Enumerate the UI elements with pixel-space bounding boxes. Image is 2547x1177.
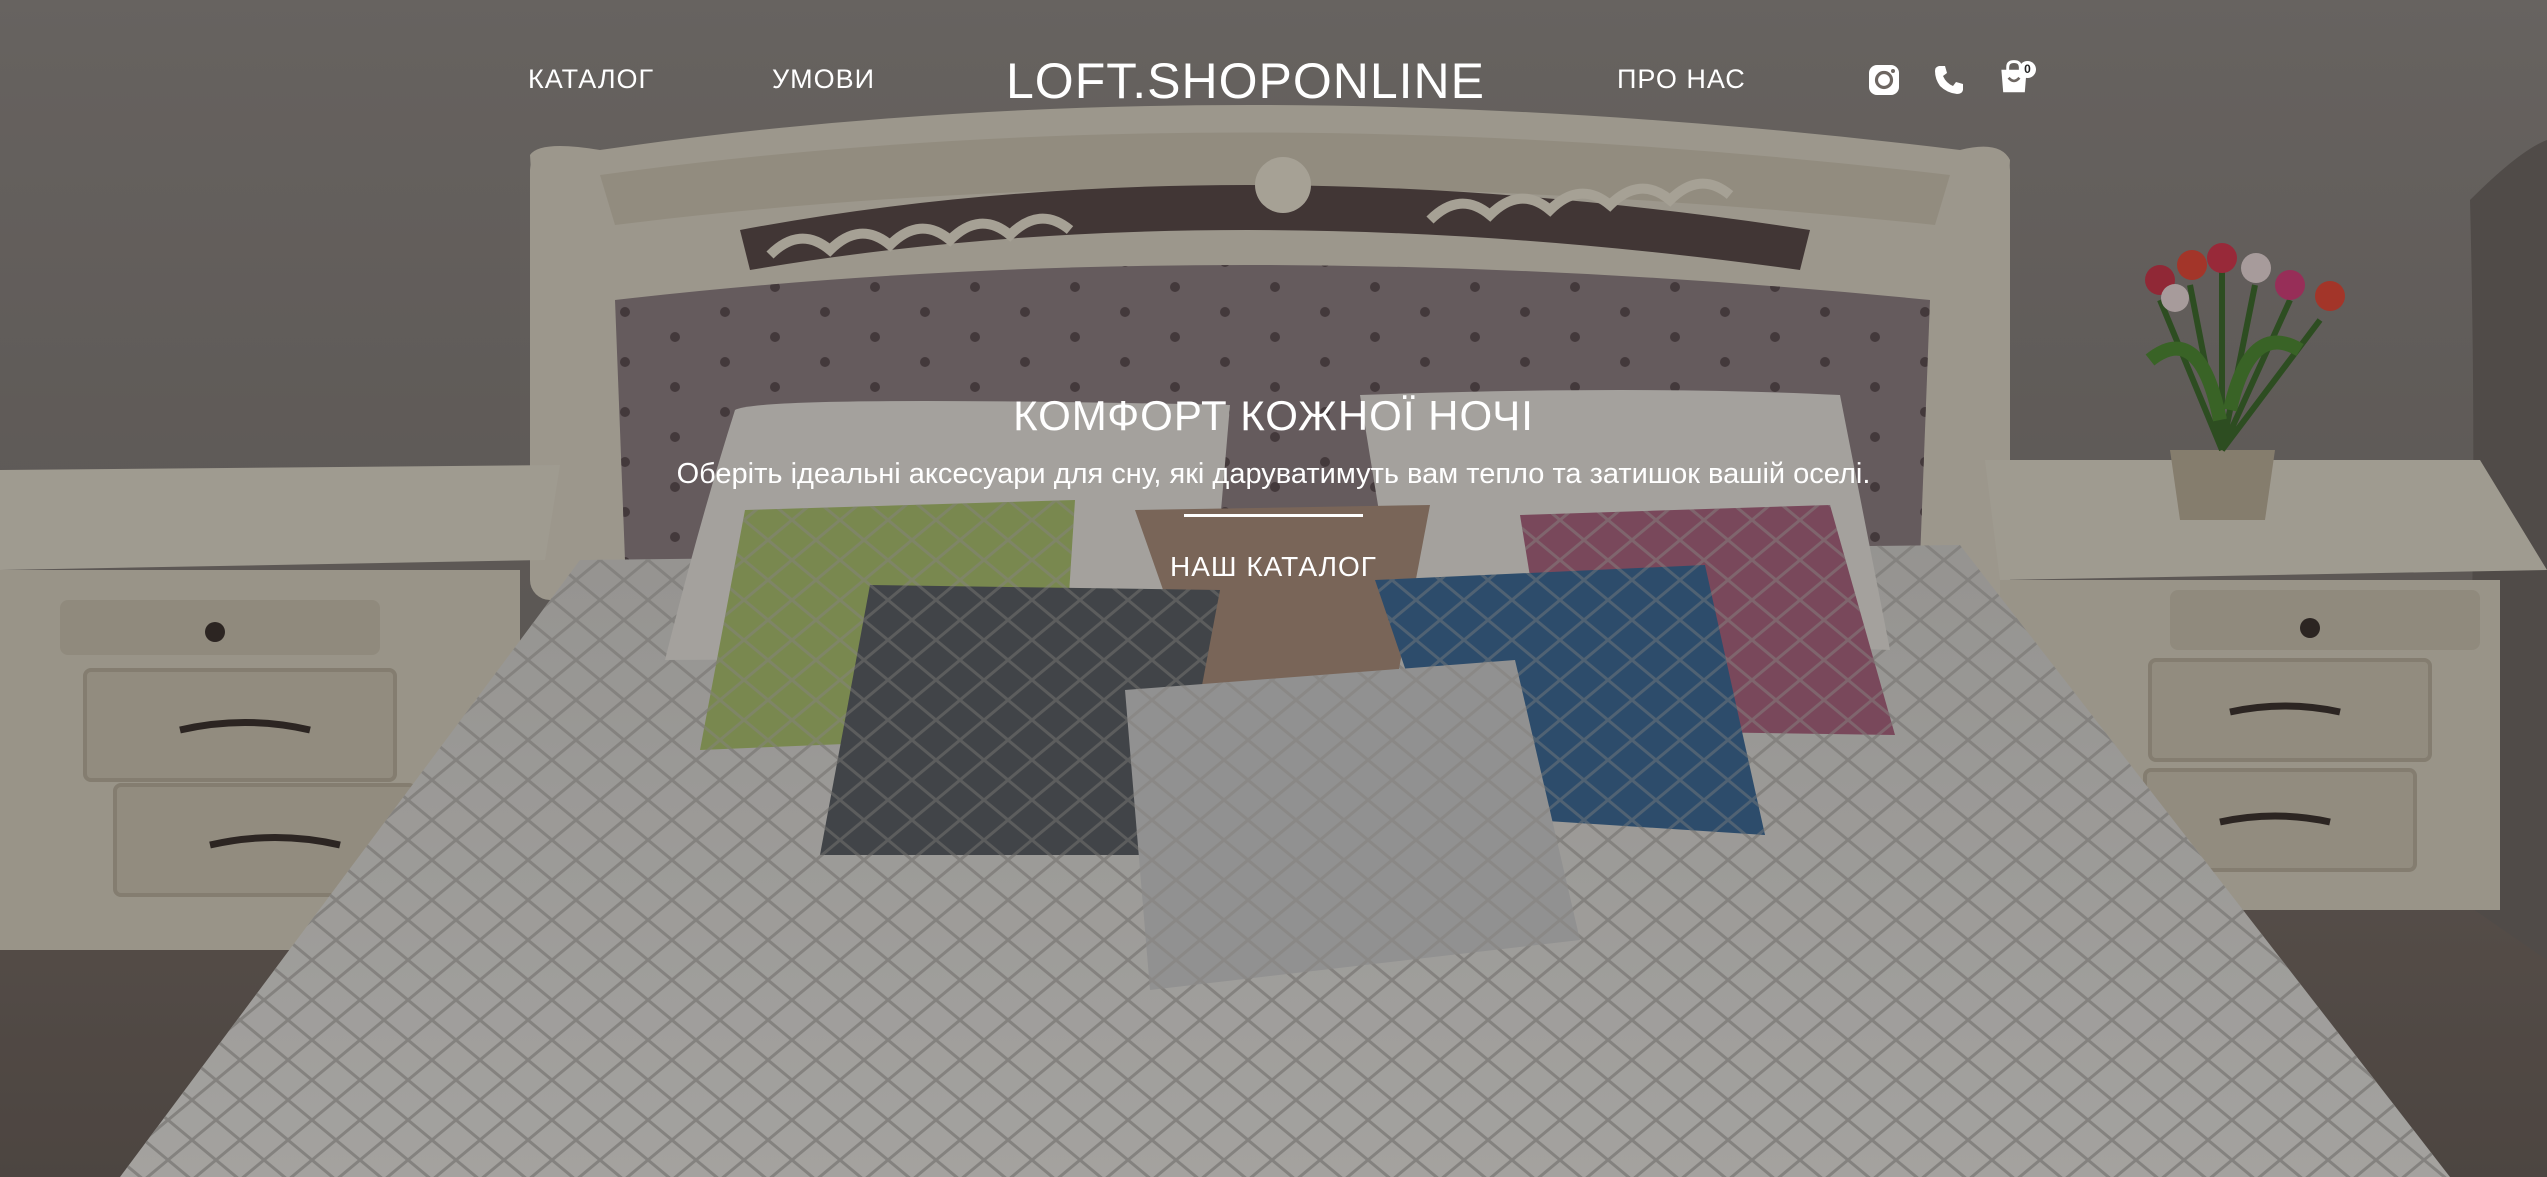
phone-icon[interactable]	[1931, 62, 1967, 98]
cart-count-badge: 0	[2019, 61, 2036, 78]
hero-title: КОМФОРТ КОЖНОЇ НОЧІ	[1013, 392, 1534, 439]
site-logo[interactable]: LOFT.SHOPONLINE	[1006, 52, 1485, 110]
nav-terms-link[interactable]: УМОВИ	[772, 64, 875, 95]
instagram-icon[interactable]	[1866, 62, 1902, 98]
hero-content: КОМФОРТ КОЖНОЇ НОЧІ Оберіть ідеальні акс…	[0, 380, 2547, 583]
nav-catalog-link[interactable]: КАТАЛОГ	[528, 64, 654, 95]
catalog-cta-button[interactable]: НАШ КАТАЛОГ	[1170, 551, 1377, 583]
hero-section: КАТАЛОГ УМОВИ LOFT.SHOPONLINE ПРО НАС 0 …	[0, 0, 2547, 1177]
nav-about-link[interactable]: ПРО НАС	[1617, 64, 1746, 95]
hero-subtitle: Оберіть ідеальні аксесуари для сну, які …	[676, 458, 1871, 490]
hero-dark-overlay	[0, 0, 2547, 1177]
site-header: КАТАЛОГ УМОВИ LOFT.SHOPONLINE ПРО НАС 0	[0, 0, 2547, 165]
hero-divider	[1184, 514, 1363, 517]
